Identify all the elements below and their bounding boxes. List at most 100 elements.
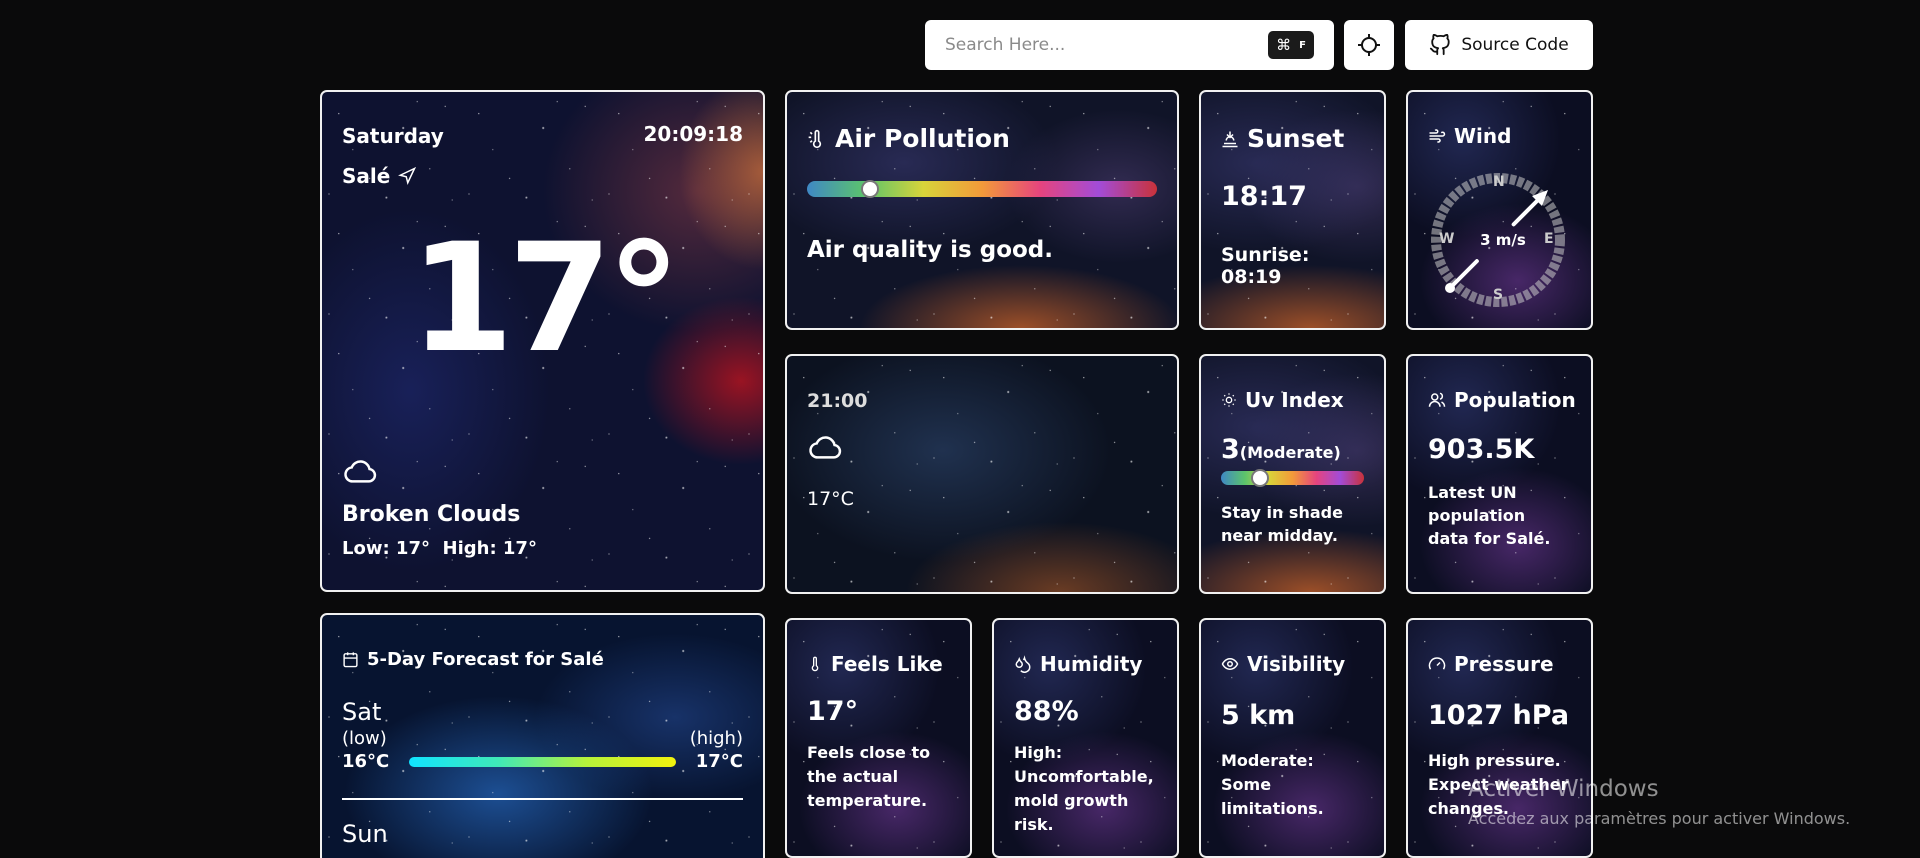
- source-code-button[interactable]: Source Code: [1405, 20, 1593, 70]
- search-shortcut-badge: ⌘ F: [1268, 31, 1314, 59]
- current-location-button[interactable]: [1344, 20, 1394, 70]
- uv-value-row: 3 (Moderate): [1221, 434, 1364, 465]
- forecast-low-temp: 16°C: [342, 751, 390, 772]
- current-condition: Broken Clouds: [342, 502, 521, 527]
- pressure-header: Pressure: [1428, 652, 1571, 676]
- search-bar[interactable]: ⌘ F: [925, 20, 1334, 70]
- air-quality-scale: [807, 180, 1157, 198]
- eye-icon: [1221, 657, 1239, 671]
- current-temperature: 17°: [409, 212, 682, 386]
- compass-west: W: [1439, 231, 1455, 247]
- humidity-title: Humidity: [1040, 652, 1143, 676]
- air-quality-message: Air quality is good.: [807, 237, 1054, 263]
- forecast-title: 5-Day Forecast for Salé: [367, 649, 604, 670]
- wind-speed: 3 m/s: [1480, 231, 1526, 249]
- humidity-value: 88%: [1014, 696, 1079, 727]
- wind-icon: [1429, 129, 1446, 143]
- uv-advice: Stay in shade near midday.: [1221, 503, 1343, 546]
- hourly-cloud-icon: [809, 436, 842, 459]
- thermometer-icon: [811, 656, 819, 672]
- wind-card: Wind N E S W 3 m/s: [1406, 90, 1593, 330]
- crosshair-icon: [1358, 34, 1380, 56]
- thermometer-sun-icon: [808, 129, 822, 148]
- feels-like-card: Feels Like 17° Feels close to the actual…: [785, 618, 972, 858]
- sunset-card: Sunset 18:17 Sunrise: 08:19: [1199, 90, 1386, 330]
- uv-value: 3: [1221, 434, 1240, 465]
- hourly-temperature: 17°C: [807, 488, 854, 510]
- hourly-forecast-card: 21:00 17°C: [785, 354, 1179, 594]
- five-day-forecast-card: 5-Day Forecast for Salé Sat (low) (high)…: [320, 613, 765, 858]
- current-time: 20:09:18: [643, 122, 744, 146]
- forecast-high-temp: 17°C: [695, 751, 743, 772]
- humidity-note: High: Uncomfortable, mold growth risk.: [1014, 743, 1154, 834]
- pressure-value: 1027 hPa: [1428, 700, 1570, 731]
- sun-icon: [1222, 393, 1236, 407]
- sunset-header: Sunset: [1221, 124, 1364, 153]
- population-card: Population 903.5K Latest UN population d…: [1406, 354, 1593, 594]
- wind-compass: N E S W 3 m/s: [1428, 170, 1568, 310]
- air-pollution-header: Air Pollution: [807, 124, 1157, 153]
- forecast-high-label: (high): [689, 728, 743, 749]
- uv-scale: [1221, 469, 1364, 487]
- command-key: ⌘: [1276, 36, 1292, 54]
- air-pollution-card: Air Pollution Air quality is good.: [785, 90, 1179, 330]
- population-value: 903.5K: [1428, 434, 1535, 465]
- droplets-icon: [1015, 655, 1031, 673]
- users-icon: [1428, 392, 1446, 407]
- uv-index-card: Uv Index 3 (Moderate) Stay in shade near…: [1199, 354, 1386, 594]
- activation-watermark-subtitle: Accédez aux paramètres pour activer Wind…: [1468, 809, 1851, 828]
- compass-north: N: [1493, 174, 1505, 190]
- pressure-title: Pressure: [1454, 652, 1554, 676]
- calendar-icon: [343, 652, 358, 668]
- forecast-temp-range-bar: [409, 756, 676, 767]
- forecast-header: 5-Day Forecast for Salé: [342, 649, 743, 670]
- uv-knob: [1250, 469, 1269, 487]
- sunset-title: Sunset: [1247, 124, 1345, 153]
- navigation-arrow-icon: [398, 167, 417, 185]
- uv-label: (Moderate): [1239, 443, 1341, 462]
- forecast-day-row: Sat (low) (high) 16°C 17°C Sun: [342, 698, 743, 848]
- hourly-time: 21:00: [807, 390, 868, 412]
- population-title: Population: [1454, 388, 1576, 412]
- feels-like-note: Feels close to the actual temperature.: [807, 743, 931, 810]
- current-weather-card: Saturday 20:09:18 Salé 17° Broken Clouds…: [320, 90, 765, 592]
- activation-watermark-title: Activer Windows: [1468, 776, 1659, 802]
- wind-title: Wind: [1454, 124, 1512, 148]
- sunset-icon: [1222, 131, 1238, 147]
- population-note: Latest UN population data for Salé.: [1428, 483, 1551, 549]
- feels-like-header: Feels Like: [807, 652, 950, 676]
- air-pollution-title: Air Pollution: [835, 124, 1010, 153]
- visibility-header: Visibility: [1221, 652, 1364, 676]
- compass-south: S: [1493, 287, 1504, 303]
- f-key: F: [1299, 39, 1306, 51]
- city-row: Salé: [342, 164, 417, 188]
- humidity-header: Humidity: [1014, 652, 1157, 676]
- forecast-day-name: Sat: [342, 698, 382, 726]
- forecast-next-day-name: Sun: [342, 820, 388, 848]
- forecast-low-label: (low): [342, 728, 387, 749]
- visibility-title: Visibility: [1247, 652, 1346, 676]
- visibility-note: Moderate: Some limitations.: [1221, 751, 1324, 818]
- uv-header: Uv Index: [1221, 388, 1364, 412]
- population-header: Population: [1428, 388, 1576, 412]
- feels-like-title: Feels Like: [831, 652, 943, 676]
- visibility-value: 5 km: [1221, 700, 1296, 731]
- wind-header: Wind: [1428, 124, 1571, 148]
- air-quality-knob: [861, 180, 879, 198]
- search-input[interactable]: [945, 35, 1269, 55]
- current-day: Saturday: [342, 124, 444, 148]
- sunrise-time: Sunrise: 08:19: [1221, 244, 1310, 288]
- humidity-card: Humidity 88% High: Uncomfortable, mold g…: [992, 618, 1179, 858]
- feels-like-value: 17°: [807, 696, 859, 727]
- uv-title: Uv Index: [1245, 388, 1344, 412]
- compass-east: E: [1544, 231, 1554, 247]
- visibility-card: Visibility 5 km Moderate: Some limitatio…: [1199, 618, 1386, 858]
- sunset-time: 18:17: [1221, 181, 1307, 212]
- low-high-temps: Low: 17° High: 17°: [342, 538, 537, 559]
- forecast-divider: [342, 798, 743, 800]
- city-name: Salé: [342, 164, 391, 188]
- gauge-icon: [1428, 657, 1446, 670]
- github-icon: [1430, 34, 1450, 56]
- cloud-icon: [344, 460, 377, 483]
- source-code-label: Source Code: [1461, 35, 1569, 55]
